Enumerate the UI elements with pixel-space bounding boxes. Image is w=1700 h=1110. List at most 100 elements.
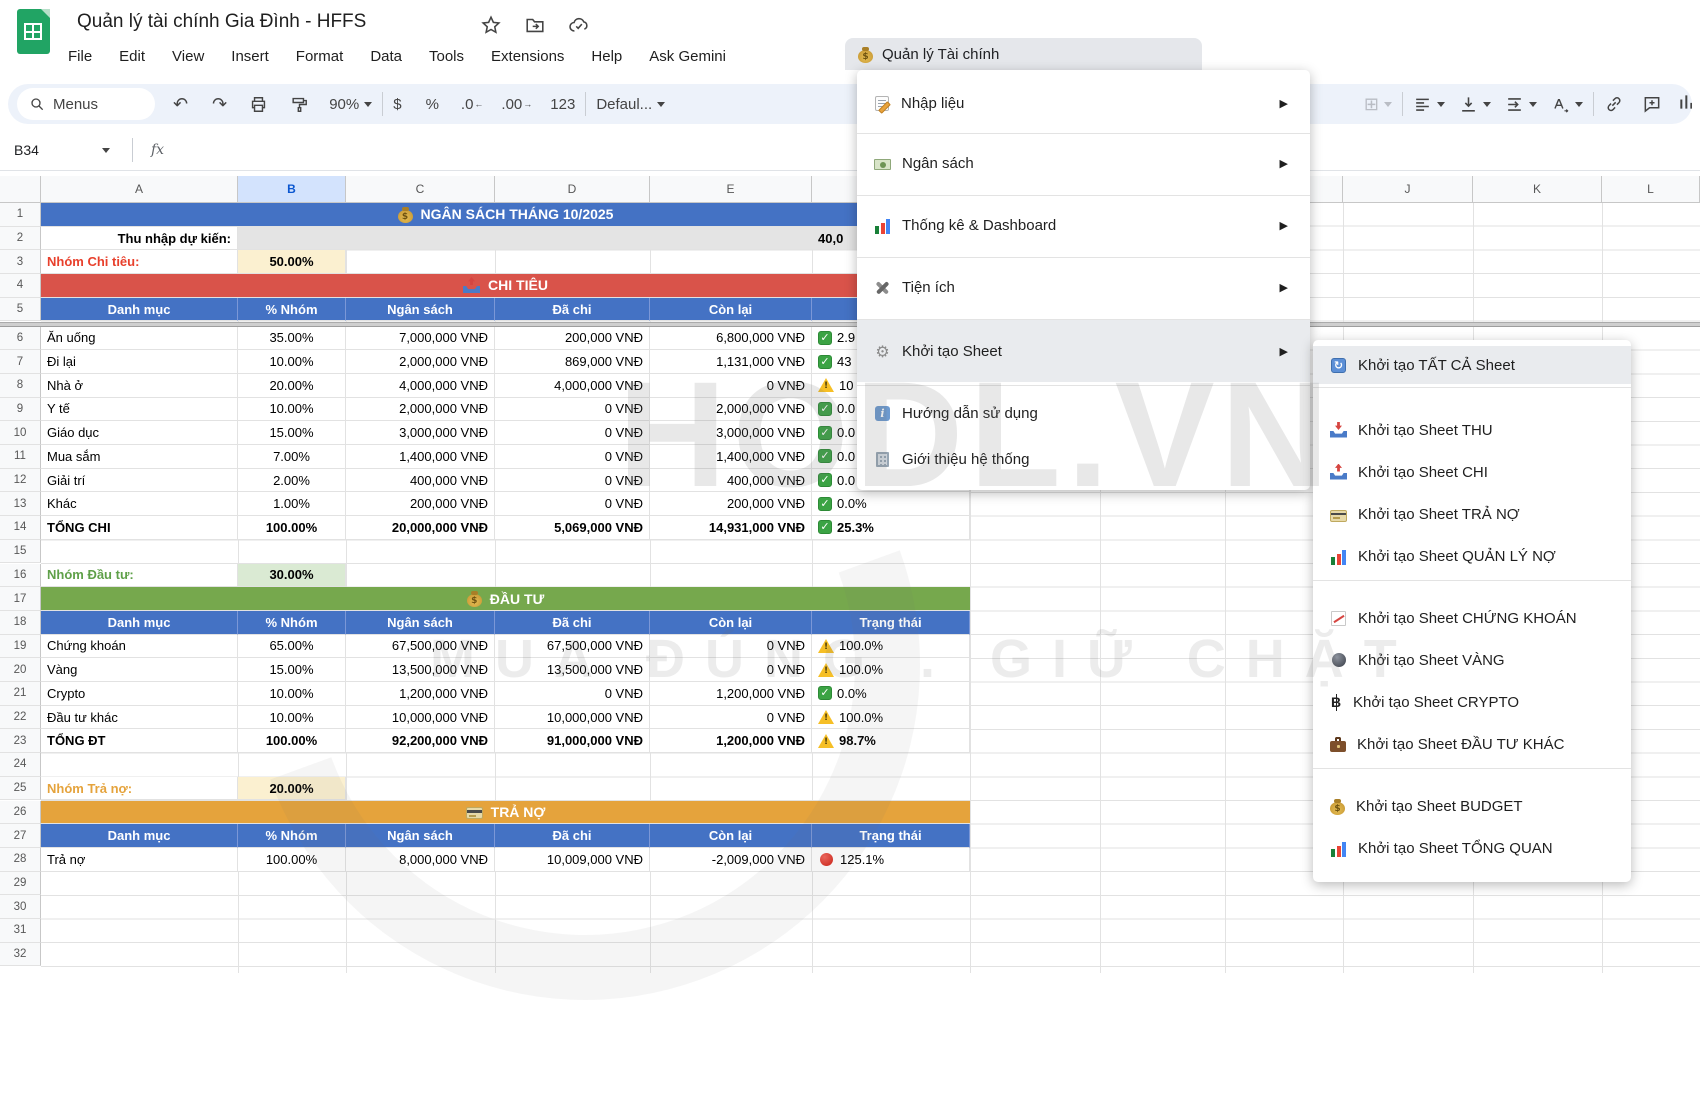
cell-C21[interactable]: 1,200,000 VNĐ xyxy=(346,682,495,706)
cell-E28[interactable]: -2,009,000 VNĐ xyxy=(650,848,812,872)
cell-D13[interactable]: 0 VNĐ xyxy=(495,492,650,516)
column-header-K[interactable]: K xyxy=(1473,176,1602,203)
row-header-14[interactable]: 14 xyxy=(0,516,41,540)
insert-link-button[interactable] xyxy=(1604,94,1624,114)
header-cell-A18[interactable]: Danh mục xyxy=(41,611,238,635)
header-cell-D18[interactable]: Đã chi xyxy=(495,611,650,635)
sheets-logo-icon[interactable] xyxy=(17,9,50,54)
cell-A6[interactable]: Ăn uống xyxy=(41,327,238,351)
row-header-23[interactable]: 23 xyxy=(0,729,41,753)
row-header-21[interactable]: 21 xyxy=(0,682,41,706)
cell-C7[interactable]: 2,000,000 VNĐ xyxy=(346,350,495,374)
cell-F14[interactable]: 25.3% xyxy=(812,516,970,540)
header-cell-A27[interactable]: Danh mục xyxy=(41,824,238,848)
cell-F13[interactable]: 0.0% xyxy=(812,492,970,516)
menu-item-ngân-sách[interactable]: Ngân sách▶ xyxy=(857,134,1310,192)
cell-C20[interactable]: 13,500,000 VNĐ xyxy=(346,658,495,682)
cell-A17[interactable]: ĐẦU TƯ xyxy=(41,587,970,611)
cell-E7[interactable]: 1,131,000 VNĐ xyxy=(650,350,812,374)
submenu-item-khởi-tạo-sheet-chi[interactable]: Khởi tạo Sheet CHI xyxy=(1313,451,1631,493)
row-header-13[interactable]: 13 xyxy=(0,492,41,516)
cell-B23[interactable]: 100.00% xyxy=(238,729,346,753)
submenu-item-khởi-tạo-sheet-trả-nợ[interactable]: Khởi tạo Sheet TRẢ NỢ xyxy=(1313,493,1631,535)
menu-item-khởi-tạo-sheet[interactable]: ⚙Khởi tạo Sheet▶ xyxy=(857,320,1310,382)
document-title[interactable]: Quản lý tài chính Gia Đình - HFFS xyxy=(77,11,366,33)
decrease-decimals-button[interactable]: .0← xyxy=(461,96,484,113)
cell-B6[interactable]: 35.00% xyxy=(238,327,346,351)
row-header-11[interactable]: 11 xyxy=(0,445,41,469)
cell-D23[interactable]: 91,000,000 VNĐ xyxy=(495,729,650,753)
cell-D12[interactable]: 0 VNĐ xyxy=(495,469,650,493)
cell-B14[interactable]: 100.00% xyxy=(238,516,346,540)
header-cell-C18[interactable]: Ngân sách xyxy=(346,611,495,635)
cloud-status-icon[interactable] xyxy=(568,14,590,36)
cell-D9[interactable]: 0 VNĐ xyxy=(495,398,650,422)
cell-E9[interactable]: 2,000,000 VNĐ xyxy=(650,398,812,422)
cell-A19[interactable]: Chứng khoán xyxy=(41,635,238,659)
submenu-item-khởi-tạo-tất-cả-sheet[interactable]: ↻Khởi tạo TẤT CẢ Sheet xyxy=(1313,346,1631,384)
row-header-16[interactable]: 16 xyxy=(0,564,41,588)
row-header-2[interactable]: 2 xyxy=(0,227,41,251)
cell-E14[interactable]: 14,931,000 VNĐ xyxy=(650,516,812,540)
submenu-item-khởi-tạo-sheet-crypto[interactable]: BKhởi tạo Sheet CRYPTO xyxy=(1313,681,1631,723)
column-header-D[interactable]: D xyxy=(495,176,650,203)
menu-item-thống-kê-&-dashboard[interactable]: Thống kê & Dashboard▶ xyxy=(857,196,1310,254)
text-rotation-button[interactable] xyxy=(1551,95,1570,114)
row-header-1[interactable]: 1 xyxy=(0,203,41,227)
cell-B12[interactable]: 2.00% xyxy=(238,469,346,493)
cell-E22[interactable]: 0 VNĐ xyxy=(650,706,812,730)
cell-A2[interactable]: Thu nhập dự kiến: xyxy=(41,227,238,251)
cell-E20[interactable]: 0 VNĐ xyxy=(650,658,812,682)
cell-E6[interactable]: 6,800,000 VNĐ xyxy=(650,327,812,351)
name-box[interactable]: B34 xyxy=(0,142,110,158)
format-currency-button[interactable]: $ xyxy=(393,96,401,113)
header-cell-B18[interactable]: % Nhóm xyxy=(238,611,346,635)
cell-F22[interactable]: 100.0% xyxy=(812,706,970,730)
cell-E13[interactable]: 200,000 VNĐ xyxy=(650,492,812,516)
cell-D11[interactable]: 0 VNĐ xyxy=(495,445,650,469)
cell-A4[interactable]: CHI TIÊU xyxy=(41,274,970,298)
header-cell-B5[interactable]: % Nhóm xyxy=(238,298,346,322)
menubar-item-format[interactable]: Format xyxy=(296,48,344,65)
row-header-26[interactable]: 26 xyxy=(0,801,41,825)
cell-D19[interactable]: 67,500,000 VNĐ xyxy=(495,635,650,659)
cell-C11[interactable]: 1,400,000 VNĐ xyxy=(346,445,495,469)
cell-A16[interactable]: Nhóm Đầu tư: xyxy=(41,564,238,588)
cell-D20[interactable]: 13,500,000 VNĐ xyxy=(495,658,650,682)
header-cell-F27[interactable]: Trạng thái xyxy=(812,824,970,848)
cell-C9[interactable]: 2,000,000 VNĐ xyxy=(346,398,495,422)
cell-B7[interactable]: 10.00% xyxy=(238,350,346,374)
menu-item-hướng-dẫn-sử-dụng[interactable]: Hướng dẫn sử dụng xyxy=(857,390,1310,436)
menubar-item-ask-gemini[interactable]: Ask Gemini xyxy=(649,48,726,65)
row-header-3[interactable]: 3 xyxy=(0,250,41,274)
cell-A26[interactable]: TRẢ NỢ xyxy=(41,801,970,825)
cell-A8[interactable]: Nhà ở xyxy=(41,374,238,398)
menu-item-giới-thiệu-hệ-thống[interactable]: Giới thiệu hệ thống xyxy=(857,436,1310,482)
submenu-item-khởi-tạo-sheet-đầu-tư-khác[interactable]: Khởi tạo Sheet ĐẦU TƯ KHÁC xyxy=(1313,723,1631,765)
header-cell-C5[interactable]: Ngân sách xyxy=(346,298,495,322)
row-header-5[interactable]: 5 xyxy=(0,298,41,322)
menubar-item-insert[interactable]: Insert xyxy=(231,48,269,65)
cell-A3[interactable]: Nhóm Chi tiêu: xyxy=(41,250,238,274)
cell-D6[interactable]: 200,000 VNĐ xyxy=(495,327,650,351)
cell-B8[interactable]: 20.00% xyxy=(238,374,346,398)
cell-D8[interactable]: 4,000,000 VNĐ xyxy=(495,374,650,398)
cell-F21[interactable]: 0.0% xyxy=(812,682,970,706)
cell-A13[interactable]: Khác xyxy=(41,492,238,516)
row-header-4[interactable]: 4 xyxy=(0,274,41,298)
cell-C10[interactable]: 3,000,000 VNĐ xyxy=(346,421,495,445)
column-header-E[interactable]: E xyxy=(650,176,812,203)
cell-D14[interactable]: 5,069,000 VNĐ xyxy=(495,516,650,540)
cell-B9[interactable]: 10.00% xyxy=(238,398,346,422)
row-header-27[interactable]: 27 xyxy=(0,824,41,848)
cell-A25[interactable]: Nhóm Trả nợ: xyxy=(41,777,238,801)
cell-E21[interactable]: 1,200,000 VNĐ xyxy=(650,682,812,706)
row-header-8[interactable]: 8 xyxy=(0,374,41,398)
column-header-J[interactable]: J xyxy=(1343,176,1473,203)
cell-A10[interactable]: Giáo dục xyxy=(41,421,238,445)
menubar-item-help[interactable]: Help xyxy=(591,48,622,65)
format-percent-button[interactable]: % xyxy=(426,96,439,113)
header-cell-E18[interactable]: Còn lại xyxy=(650,611,812,635)
row-header-18[interactable]: 18 xyxy=(0,611,41,635)
header-cell-F18[interactable]: Trạng thái xyxy=(812,611,970,635)
